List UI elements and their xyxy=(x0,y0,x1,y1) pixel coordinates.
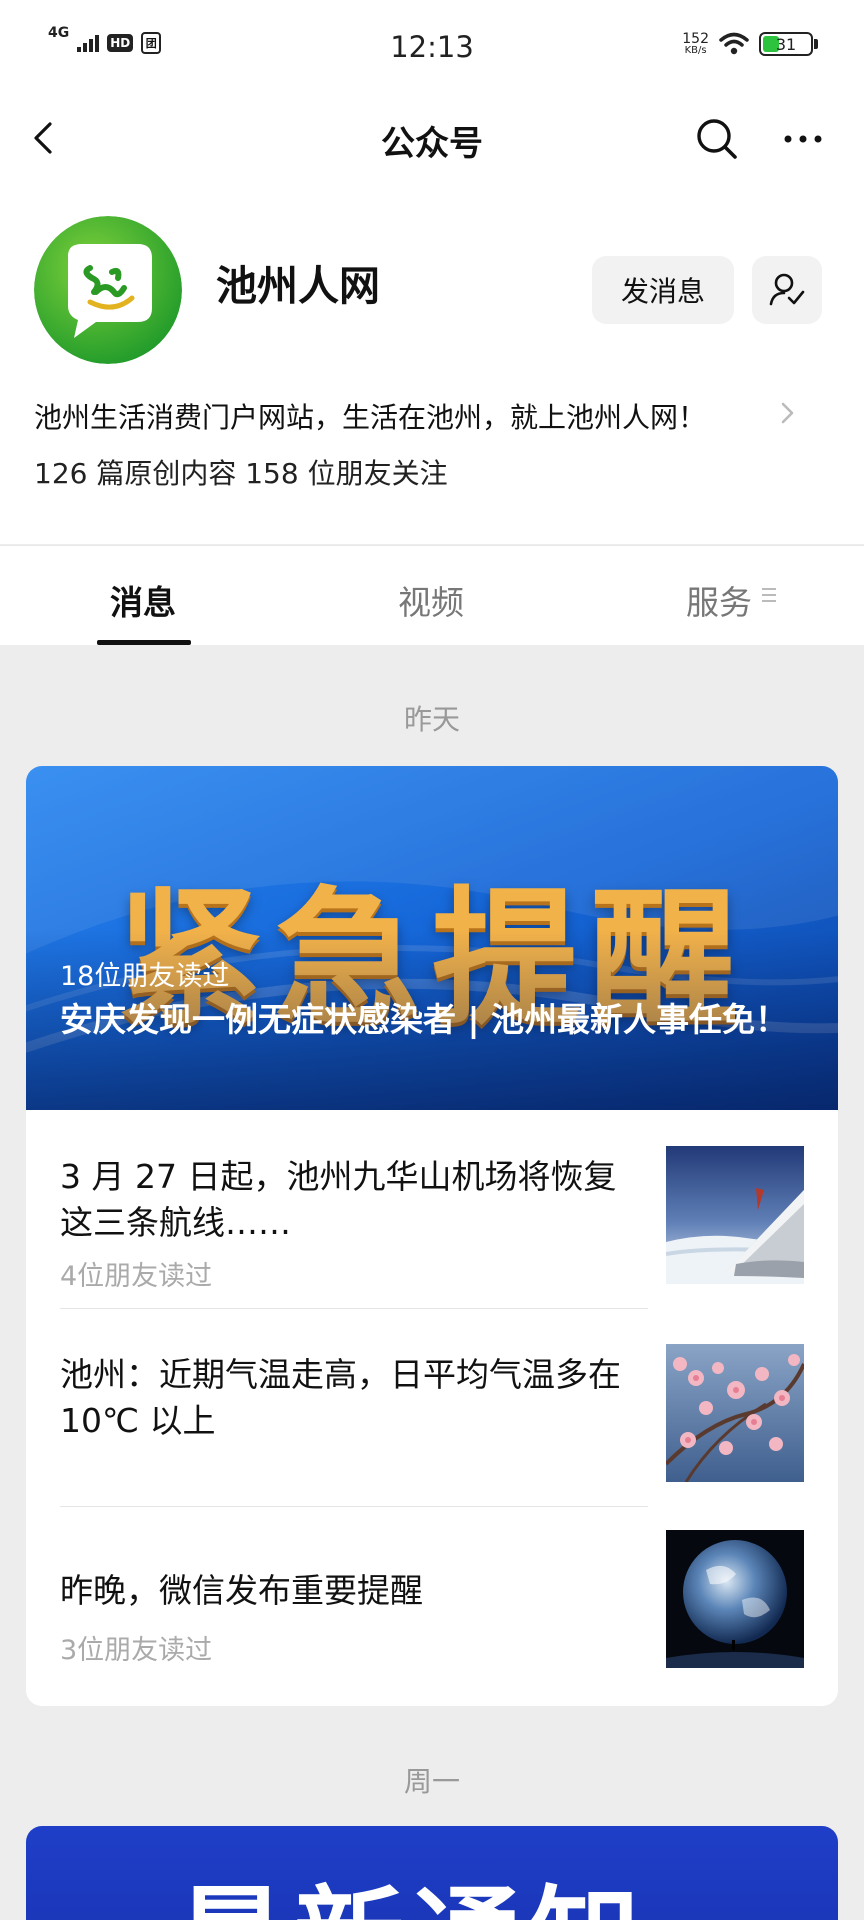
nav-bar: 公众号 xyxy=(0,100,864,178)
divider xyxy=(60,1506,648,1507)
article-thumbnail xyxy=(666,1344,804,1482)
list-item[interactable]: 3 月 27 日起，池州九华山机场将恢复这三条航线…… 4位朋友读过 xyxy=(60,1146,814,1296)
status-right: 152 KB/s 31 xyxy=(682,32,818,56)
article-reads: 3位朋友读过 xyxy=(60,1635,213,1666)
account-name: 池州人网 xyxy=(216,262,380,310)
tab-videos[interactable]: 视频 xyxy=(398,576,464,624)
article-reads: 4位朋友读过 xyxy=(60,1261,213,1292)
account-stats[interactable]: 126 篇原创内容 158 位朋友关注 xyxy=(34,452,448,492)
speed-value: 152 xyxy=(682,31,709,47)
account-logo-icon xyxy=(34,216,182,364)
article-group-card: 紧急提醒 18位朋友读过 安庆发现一例无症状感染者 | 池州最新人事任免！ 3 … xyxy=(26,766,838,1706)
more-icon[interactable] xyxy=(780,116,826,162)
article-title: 昨晚，微信发布重要提醒 xyxy=(60,1571,423,1610)
account-avatar[interactable] xyxy=(34,216,182,364)
send-message-button[interactable]: 发消息 xyxy=(592,256,734,324)
followed-button[interactable] xyxy=(752,256,822,324)
wifi-icon xyxy=(719,32,749,55)
next-headline-article[interactable]: 最新通知 xyxy=(26,1826,838,1920)
article-title: 池州：近期气温走高，日平均气温多在 10℃ 以上 xyxy=(60,1355,621,1441)
list-item[interactable]: 昨晚，微信发布重要提醒 3位朋友读过 xyxy=(60,1530,814,1680)
tab-indicator xyxy=(97,640,191,645)
tab-services[interactable]: 服务 xyxy=(686,576,752,624)
article-thumbnail xyxy=(666,1146,804,1284)
account-description[interactable]: 池州生活消费门户网站，生活在池州，就上池州人网！ xyxy=(34,396,706,436)
battery-level: 31 xyxy=(775,34,797,54)
date-label: 周一 xyxy=(403,1765,460,1798)
search-icon[interactable] xyxy=(694,116,740,162)
battery-icon: 31 xyxy=(759,32,818,56)
tab-messages[interactable]: 消息 xyxy=(110,576,176,624)
headline-article[interactable]: 紧急提醒 18位朋友读过 安庆发现一例无症状感染者 | 池州最新人事任免！ xyxy=(26,766,838,1110)
list-item[interactable]: 池州：近期气温走高，日平均气温多在 10℃ 以上 xyxy=(60,1344,814,1494)
headline-reads: 18位朋友读过 xyxy=(60,961,230,992)
tab-bar: 消息 视频 服务 xyxy=(0,545,864,645)
account-profile: 池州人网 发消息 池州生活消费门户网站，生活在池州，就上池州人网！ 126 篇原… xyxy=(0,178,864,544)
user-check-icon xyxy=(769,273,805,306)
article-thumbnail xyxy=(666,1530,804,1668)
divider xyxy=(60,1308,648,1309)
speed-unit: KB/s xyxy=(684,45,707,56)
next-cover-text: 最新通知 xyxy=(176,1884,648,1920)
network-speed: 152 KB/s xyxy=(682,32,709,56)
chevron-right-icon[interactable] xyxy=(776,398,800,428)
article-title: 3 月 27 日起，池州九华山机场将恢复这三条航线…… xyxy=(60,1157,617,1243)
headline-title: 安庆发现一例无症状感染者 | 池州最新人事任免！ xyxy=(60,1000,789,1039)
date-label: 昨天 xyxy=(403,703,460,736)
status-bar: 4G HD 团 12:13 152 KB/s 31 xyxy=(0,0,864,100)
menu-icon xyxy=(762,588,776,602)
